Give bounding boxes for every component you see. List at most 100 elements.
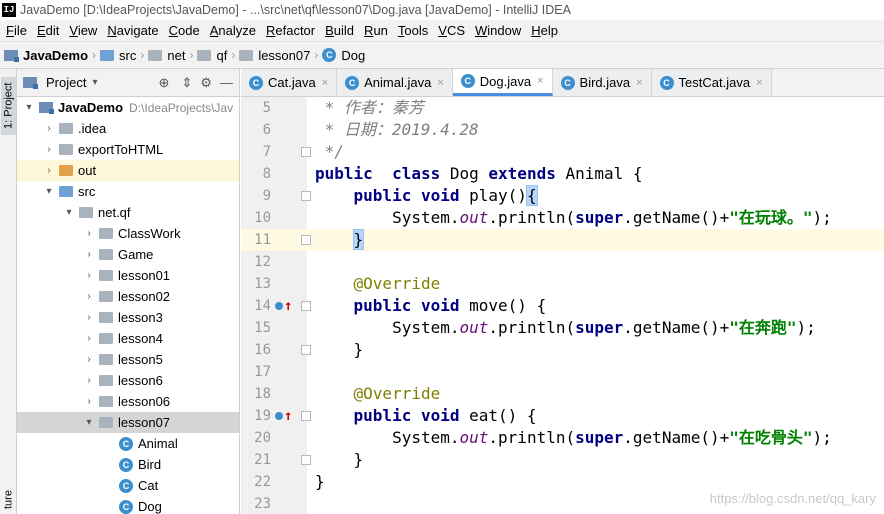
tree-item-classwork[interactable]: › ClassWork — [17, 223, 239, 244]
project-tool-tab[interactable]: 1: Project — [1, 77, 16, 135]
fold-marker-icon[interactable] — [301, 301, 311, 311]
code-token: * 日期：2019.4.28 — [315, 120, 479, 139]
hide-panel-icon[interactable]: — — [220, 75, 233, 90]
menu-help[interactable]: Help — [526, 23, 563, 38]
collapse-arrow-icon[interactable]: › — [43, 144, 55, 155]
tree-item-exporttohtml[interactable]: › exportToHTML — [17, 139, 239, 160]
tree-item-lesson06[interactable]: › lesson06 — [17, 391, 239, 412]
fold-marker-icon[interactable] — [301, 345, 311, 355]
project-panel-header: Project ▾ ⊕ ⇕ ⚙ — — [17, 69, 239, 97]
menu-window[interactable]: Window — [470, 23, 526, 38]
tree-item-lesson01[interactable]: › lesson01 — [17, 265, 239, 286]
override-method-icon[interactable]: ↑ — [275, 295, 292, 317]
breadcrumb-item[interactable]: lesson07 — [239, 48, 310, 63]
tree-item-lesson4[interactable]: › lesson4 — [17, 328, 239, 349]
tree-item-game[interactable]: › Game — [17, 244, 239, 265]
tree-item-lesson6[interactable]: › lesson6 — [17, 370, 239, 391]
close-icon[interactable]: × — [537, 75, 543, 87]
tree-item-lesson02[interactable]: › lesson02 — [17, 286, 239, 307]
breadcrumb-item[interactable]: net — [148, 48, 185, 63]
fold-marker-icon[interactable] — [301, 235, 311, 245]
menu-analyze[interactable]: Analyze — [205, 23, 261, 38]
breadcrumb-item[interactable]: qf — [197, 48, 227, 63]
menu-tools[interactable]: Tools — [393, 23, 433, 38]
tree-item-out[interactable]: › out — [17, 160, 239, 181]
tab-bird[interactable]: C Bird.java × — [552, 69, 652, 96]
tree-item-javademo[interactable]: ▾ JavaDemo D:\IdeaProjects\Jav — [17, 97, 239, 118]
code-text: */ — [315, 141, 344, 163]
code-token: .getName()+ — [623, 428, 730, 447]
close-icon[interactable]: × — [636, 77, 642, 89]
menu-edit[interactable]: Edit — [32, 23, 64, 38]
menu-navigate[interactable]: Navigate — [102, 23, 163, 38]
code-editor[interactable]: 5 * 作者：秦芳 6 * 日期：2019.4.28 7 */8 public cla… — [241, 97, 884, 514]
collapse-arrow-icon[interactable]: › — [83, 375, 95, 386]
override-method-icon[interactable]: ↑ — [275, 405, 292, 427]
chevron-down-icon[interactable]: ▾ — [92, 77, 97, 88]
menu-run[interactable]: Run — [359, 23, 393, 38]
tab-cat[interactable]: C Cat.java × — [241, 69, 338, 96]
tree-item-label: Game — [118, 247, 154, 262]
tab-dog[interactable]: C Dog.java × — [452, 69, 553, 96]
menu-refactor[interactable]: Refactor — [261, 23, 320, 38]
menu-file[interactable]: File — [1, 23, 32, 38]
close-icon[interactable]: × — [322, 77, 328, 89]
package-icon — [79, 207, 93, 218]
collapse-arrow-icon[interactable]: › — [43, 165, 55, 176]
collapse-arrow-icon[interactable]: › — [83, 249, 95, 260]
tree-item-bird[interactable]: C Bird — [17, 454, 239, 475]
tree-item-src[interactable]: ▾ src — [17, 181, 239, 202]
tab-animal[interactable]: C Animal.java × — [337, 69, 453, 96]
fold-marker-icon[interactable] — [301, 147, 311, 157]
collapse-arrow-icon[interactable]: › — [83, 312, 95, 323]
collapse-arrow-icon[interactable]: › — [83, 396, 95, 407]
collapse-arrow-icon[interactable]: › — [83, 270, 95, 281]
menu-code[interactable]: Code — [164, 23, 205, 38]
menu-build[interactable]: Build — [320, 23, 359, 38]
collapse-arrow-icon[interactable]: › — [83, 354, 95, 365]
collapse-arrow-icon[interactable]: › — [43, 123, 55, 134]
tree-item-lesson07[interactable]: ▾ lesson07 — [17, 412, 239, 433]
collapse-all-icon[interactable]: ⇕ — [181, 75, 192, 91]
tree-item-lesson5[interactable]: › lesson5 — [17, 349, 239, 370]
code-token: super — [575, 208, 624, 227]
collapse-arrow-icon[interactable]: › — [83, 228, 95, 239]
tree-item-dog[interactable]: C Dog — [17, 496, 239, 514]
expand-arrow-icon[interactable]: ▾ — [23, 102, 35, 113]
menu-vcs[interactable]: VCS — [433, 23, 470, 38]
gear-icon[interactable]: ⚙ — [200, 75, 212, 91]
collapse-arrow-icon[interactable]: › — [83, 333, 95, 344]
expand-arrow-icon[interactable]: ▾ — [83, 417, 95, 428]
close-icon[interactable]: × — [756, 77, 762, 89]
tree-item-netqf[interactable]: ▾ net.qf — [17, 202, 239, 223]
tree-item-label: src — [78, 184, 96, 199]
breadcrumb-item[interactable]: src — [100, 48, 136, 63]
menu-view[interactable]: View — [64, 23, 102, 38]
fold-marker-icon[interactable] — [301, 455, 311, 465]
locate-file-icon[interactable]: ⊕ — [159, 75, 170, 91]
editor-tab-bar: C Cat.java × C Animal.java × C Dog.java × C Bird.j… — [241, 69, 884, 97]
expand-arrow-icon[interactable]: ▾ — [63, 207, 75, 218]
project-panel-title[interactable]: Project — [46, 75, 86, 90]
module-folder-icon — [4, 49, 19, 62]
breadcrumb-item[interactable]: C Dog — [322, 48, 365, 63]
tab-testcat[interactable]: C TestCat.java × — [651, 69, 772, 96]
breadcrumb-item[interactable]: JavaDemo — [4, 48, 88, 63]
tree-item-animal[interactable]: C Animal — [17, 433, 239, 454]
expand-arrow-icon[interactable]: ▾ — [43, 186, 55, 197]
close-icon[interactable]: × — [437, 77, 443, 89]
tree-item-cat[interactable]: C Cat — [17, 475, 239, 496]
structure-tool-tab[interactable]: ture — [1, 488, 16, 512]
breadcrumb: JavaDemo › src › net › qf › lesson07 › C Dog — [0, 41, 884, 69]
code-token: .println( — [488, 318, 576, 337]
collapse-arrow-icon[interactable]: › — [83, 291, 95, 302]
code-token: move() { — [459, 296, 547, 315]
tree-item-idea[interactable]: › .idea — [17, 118, 239, 139]
project-panel: Project ▾ ⊕ ⇕ ⚙ — ▾ JavaDemo D:\IdeaProjec… — [17, 69, 240, 514]
fold-marker-icon[interactable] — [301, 411, 311, 421]
tree-item-lesson3[interactable]: › lesson3 — [17, 307, 239, 328]
fold-marker-icon[interactable] — [301, 191, 311, 201]
